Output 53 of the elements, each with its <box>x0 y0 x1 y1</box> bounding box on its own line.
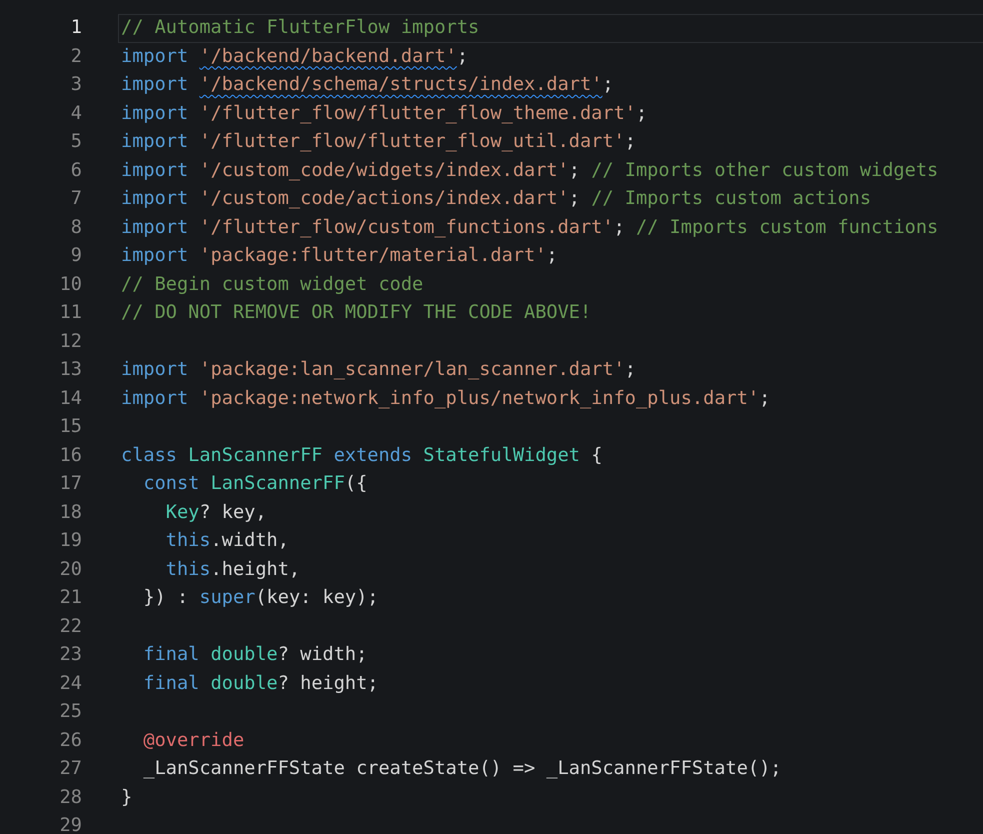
code-line: // Begin custom widget code <box>121 274 424 294</box>
code-line: const LanScannerFF({ <box>142 473 368 494</box>
code-line: _LanScannerFFState createState() => _LanScannerFFState(); <box>142 758 782 779</box>
code-line: // DO NOT REMOVE OR MODIFY THE CODE ABOVE! <box>121 302 592 323</box>
code-line: }) : super(key: key); <box>142 587 378 608</box>
code-line: import '/custom_code/widgets/index.dart'; // Imports other custom widgets <box>121 160 938 180</box>
line-number: 10 <box>58 272 82 296</box>
line-number: 26 <box>58 728 82 752</box>
line-number: 25 <box>58 700 82 724</box>
line-number: 22 <box>58 614 82 638</box>
code-line: } <box>121 786 132 808</box>
line-number: 24 <box>58 672 82 696</box>
line-number: 7 <box>70 187 82 211</box>
code-line: this.width, <box>164 530 289 551</box>
line-number: 9 <box>70 244 82 268</box>
code-line: // Automatic FlutterFlow imports <box>121 17 480 38</box>
code-line: Key? key, <box>164 502 267 522</box>
line-number: 18 <box>58 500 82 524</box>
line-number: 6 <box>70 158 82 182</box>
line-number: 13 <box>58 358 82 382</box>
code-line: import '/flutter_flow/flutter_flow_util.dart'; <box>121 131 636 152</box>
line-number: 3 <box>70 73 82 97</box>
line-number: 23 <box>58 643 82 667</box>
line-number: 29 <box>58 814 82 834</box>
line-number: 11 <box>58 301 82 325</box>
line-number: 16 <box>58 444 82 468</box>
code-line: import 'package:lan_scanner/lan_scanner.dart'; <box>121 359 636 380</box>
code-line: import '/custom_code/actions/index.dart'; // Imports custom actions <box>121 188 872 209</box>
line-number: 2 <box>70 44 82 68</box>
line-number: 20 <box>58 558 82 582</box>
line-number: 4 <box>70 102 82 126</box>
code-line: import '/flutter_flow/custom_functions.dart'; // Imports custom functions <box>121 216 938 238</box>
code-line: import '/backend/schema/structs/index.dart'; <box>121 74 614 95</box>
line-number: 14 <box>58 386 82 410</box>
line-number: 12 <box>58 330 82 354</box>
code-line: import '/flutter_flow/flutter_flow_theme.dart'; <box>121 102 648 124</box>
line-number: 1 <box>70 16 82 40</box>
code-line: import 'package:network_info_plus/network_info_plus.dart'; <box>121 388 770 408</box>
line-number: 5 <box>70 130 82 154</box>
code-line: class LanScannerFF extends StatefulWidget { <box>121 444 602 466</box>
code-line: this.height, <box>164 558 300 580</box>
line-number: 27 <box>58 757 82 781</box>
code-line: import '/backend/backend.dart'; <box>121 46 468 66</box>
code-line: final double? height; <box>142 672 378 694</box>
code-line: final double? width; <box>142 644 368 665</box>
line-number: 19 <box>58 529 82 553</box>
code-line: import 'package:flutter/material.dart'; <box>121 245 558 266</box>
code-line: @override <box>142 730 244 750</box>
line-number: 28 <box>58 786 82 810</box>
line-number: 8 <box>70 216 82 240</box>
line-number: 15 <box>58 415 82 439</box>
line-number: 21 <box>58 586 82 610</box>
line-number: 17 <box>58 472 82 496</box>
